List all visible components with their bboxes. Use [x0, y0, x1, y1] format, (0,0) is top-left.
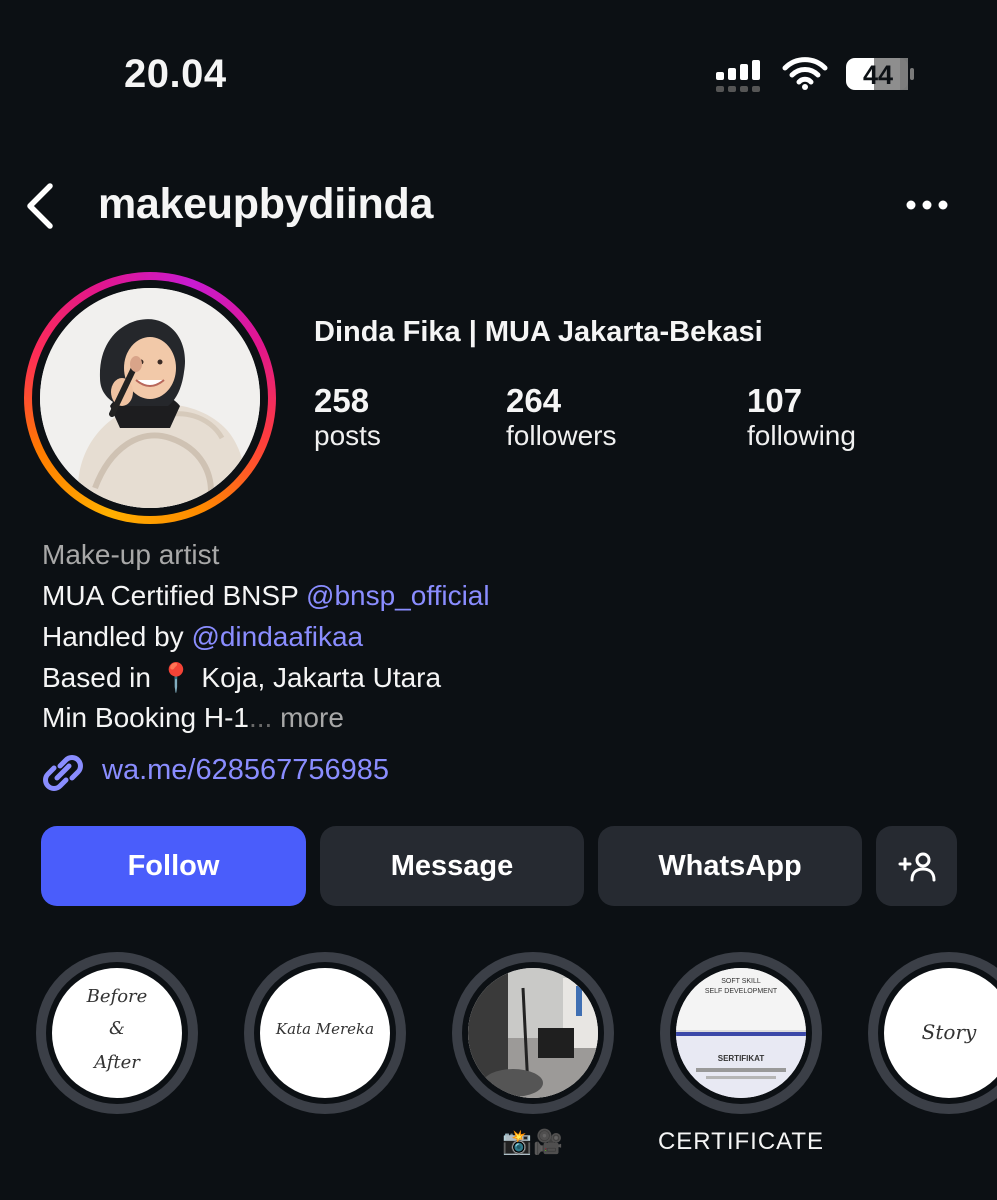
highlight-cover: [468, 968, 598, 1098]
bio-category: Make-up artist: [42, 539, 220, 570]
profile-username: makeupbydiinda: [98, 180, 434, 228]
avatar-photo: [40, 288, 260, 508]
follow-button[interactable]: Follow: [41, 826, 306, 906]
whatsapp-button[interactable]: WhatsApp: [598, 826, 862, 906]
highlight-cover-text: Before: [86, 986, 148, 1007]
back-chevron-icon[interactable]: [22, 180, 58, 232]
highlight-studio-image: [468, 968, 598, 1098]
stat-following-count: 107: [747, 382, 803, 419]
wifi-icon: [782, 57, 828, 90]
bio-text: MUA Certified BNSP: [42, 580, 307, 611]
highlight-label: CERTIFICATE: [657, 1128, 825, 1155]
highlight-cover-text: Kata Mereka: [275, 1020, 375, 1038]
add-person-icon: [898, 852, 935, 882]
highlight-cover-text: After: [94, 1052, 140, 1073]
bio-text: Based in: [42, 662, 159, 693]
highlight-cover-text: SERTIFIKAT: [717, 1054, 765, 1063]
suggested-users-button[interactable]: [876, 826, 957, 906]
mention-link-dindaafikaa[interactable]: @dindaafikaa: [191, 621, 363, 652]
bio-ellipsis: ...: [248, 702, 273, 733]
bio-line-handled: Handled by @dindaafikaa: [42, 620, 363, 654]
stat-posts[interactable]: 258 posts: [314, 382, 381, 452]
stat-posts-count: 258: [314, 382, 370, 419]
cellular-signal-icon: [716, 60, 760, 92]
stat-posts-label: posts: [314, 420, 381, 451]
highlight-cover-text: Story: [921, 1020, 977, 1044]
stat-following-label: following: [747, 420, 856, 451]
profile-link[interactable]: wa.me/628567756985: [102, 754, 389, 787]
bio-line-booking: Min Booking H-1... more: [42, 701, 344, 735]
message-button[interactable]: Message: [320, 826, 584, 906]
stat-followers[interactable]: 264 followers: [506, 382, 616, 452]
bio-line-location: Based in 📍 Koja, Jakarta Utara: [42, 661, 441, 695]
stat-followers-label: followers: [506, 420, 617, 451]
highlight-cover-text: SELF DEVELOPMENT: [704, 988, 778, 995]
bio-line-certified: MUA Certified BNSP @bnsp_official: [42, 579, 490, 613]
highlight-kata-mereka[interactable]: Kata Mereka: [244, 952, 406, 1114]
link-icon: [43, 755, 83, 791]
avatar-portrait-image: [40, 288, 260, 508]
highlight-before-after[interactable]: Before & After: [36, 952, 198, 1114]
highlight-story[interactable]: Story: [868, 952, 997, 1114]
display-name: Dinda Fika | MUA Jakarta-Bekasi: [314, 316, 763, 348]
mention-link-bnsp[interactable]: @bnsp_official: [306, 580, 490, 611]
highlight-cover-text: &: [108, 1018, 126, 1039]
more-options-icon[interactable]: [905, 198, 949, 212]
pin-icon: 📍: [158, 662, 194, 693]
bio-more-link[interactable]: more: [272, 702, 344, 733]
highlight-cover-text: SOFT SKILL: [721, 978, 761, 985]
bio-text: Min Booking H-1: [42, 702, 249, 733]
profile-avatar[interactable]: [24, 272, 276, 524]
stat-following[interactable]: 107 following: [747, 382, 856, 452]
highlight-photo-video[interactable]: [452, 952, 614, 1114]
highlight-label: 📸🎥: [502, 1129, 564, 1156]
battery-percent: 44: [862, 60, 894, 90]
highlight-cover: Before & After: [52, 968, 182, 1098]
highlight-cover: Kata Mereka: [260, 968, 390, 1098]
stat-followers-count: 264: [506, 382, 562, 419]
status-time: 20.04: [124, 52, 227, 96]
bio-text: Koja, Jakarta Utara: [193, 662, 442, 693]
battery-indicator: 44: [846, 57, 916, 91]
bio-text: Handled by: [42, 621, 192, 652]
highlight-cover: SOFT SKILL SELF DEVELOPMENT SERTIFIKAT: [676, 968, 806, 1098]
highlight-certificate[interactable]: SOFT SKILL SELF DEVELOPMENT SERTIFIKAT: [660, 952, 822, 1114]
